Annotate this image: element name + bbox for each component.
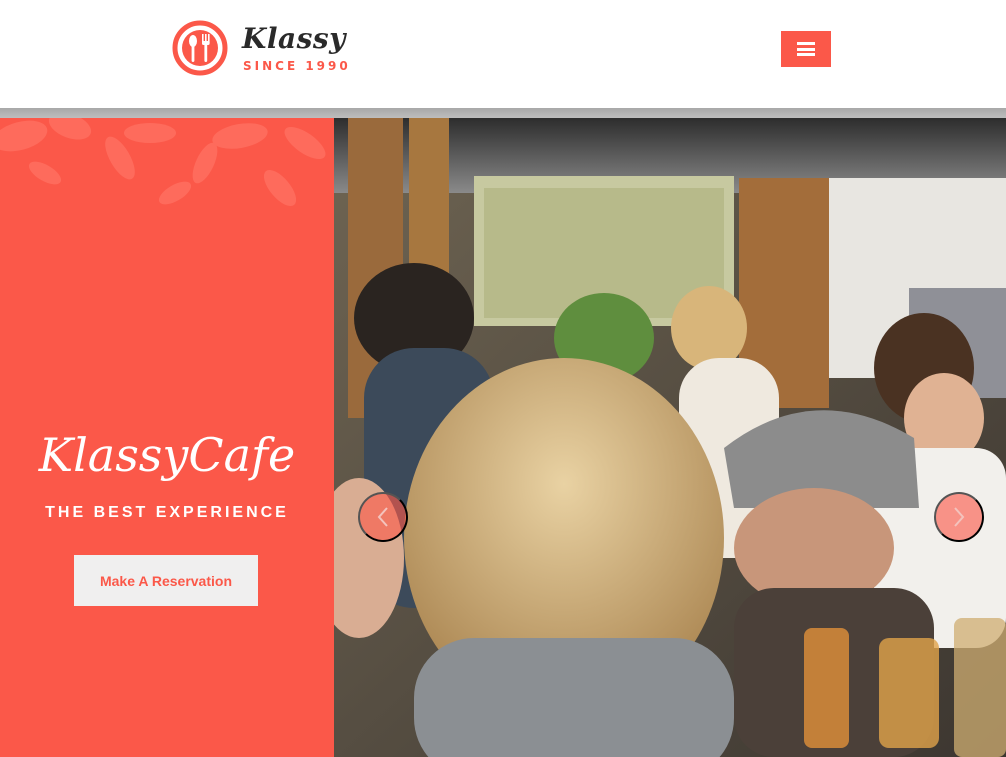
- hero-title: KlassyCafe: [38, 428, 296, 482]
- hero-panel: KlassyCafe THE BEST EXPERIENCE Make A Re…: [0, 118, 334, 757]
- hamburger-menu-icon: [797, 42, 815, 56]
- logo-name: Klassy: [242, 22, 346, 55]
- logo-tagline: SINCE 1990: [243, 59, 351, 73]
- make-reservation-button[interactable]: Make A Reservation: [74, 555, 258, 606]
- chevron-right-icon: [954, 507, 965, 527]
- header-divider: [0, 108, 1006, 118]
- slider-next-button[interactable]: [934, 492, 984, 542]
- site-header: Klassy SINCE 1990: [0, 0, 1006, 108]
- hero-subtitle: THE BEST EXPERIENCE: [45, 504, 289, 521]
- site-logo[interactable]: Klassy SINCE 1990: [172, 20, 352, 80]
- leaves-pattern-decoration: [0, 118, 326, 207]
- restaurant-logo-icon: [172, 20, 228, 76]
- menu-toggle-button[interactable]: [781, 31, 831, 67]
- chevron-left-icon: [377, 507, 388, 527]
- restaurant-photo: [334, 118, 1006, 757]
- slider-prev-button[interactable]: [358, 492, 408, 542]
- hero-photo-slider: [334, 118, 1006, 757]
